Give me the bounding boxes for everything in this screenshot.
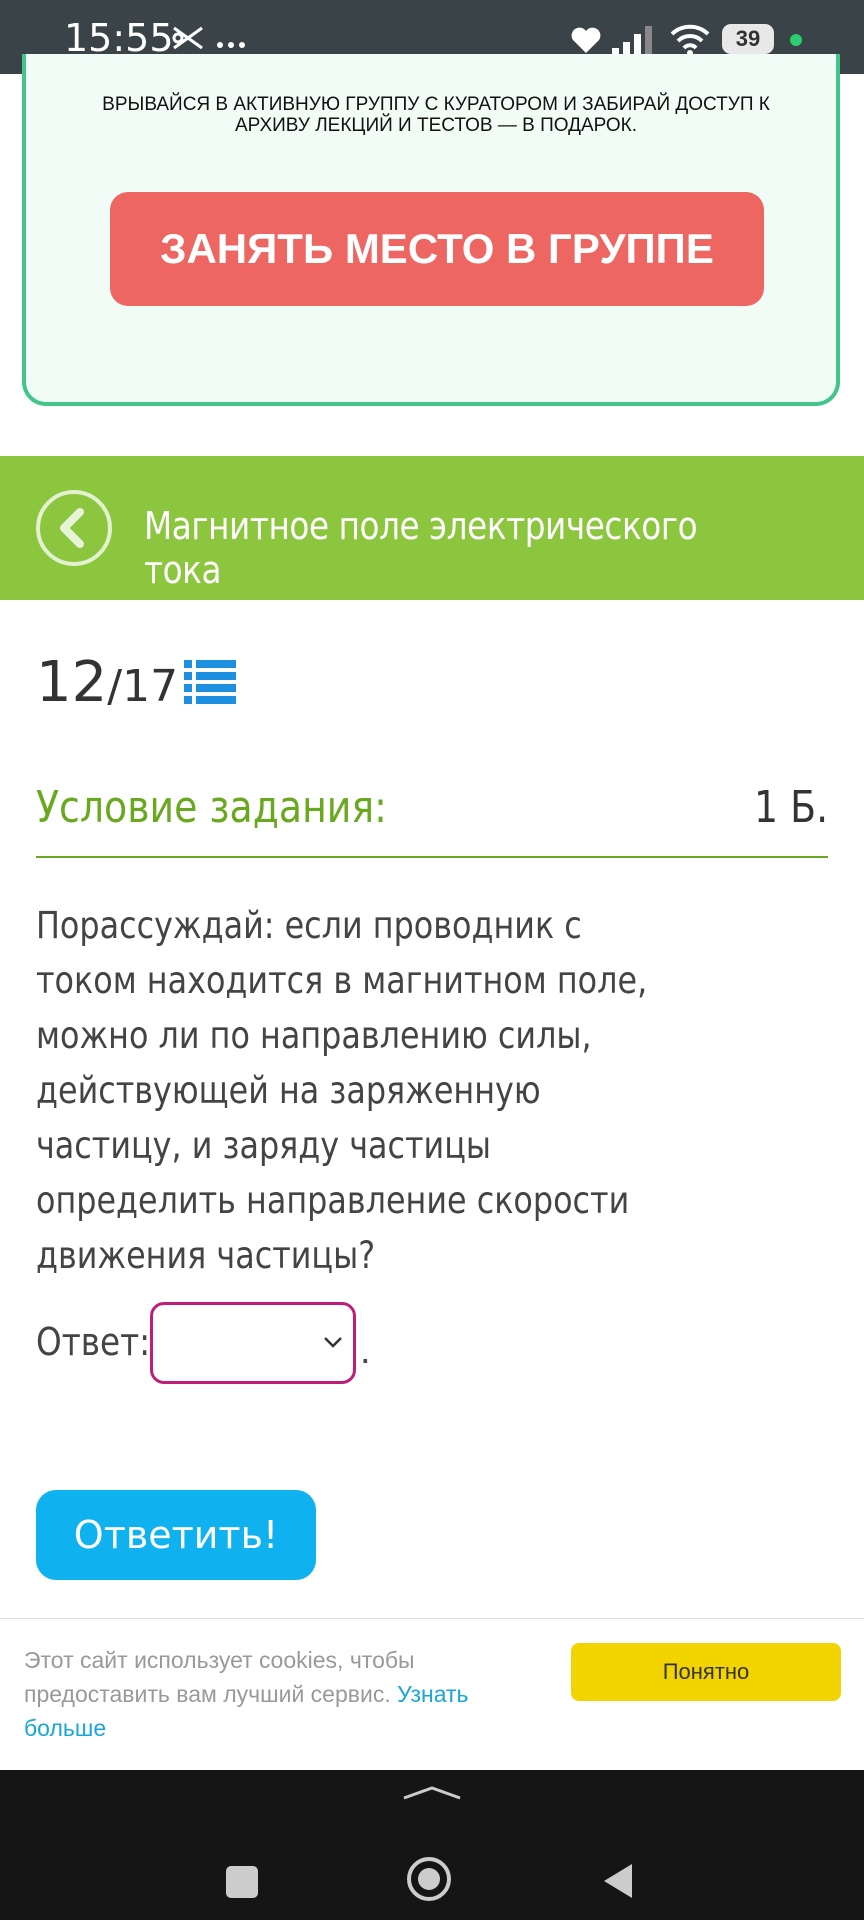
topic-header: Магнитное поле электрического тока [0,456,864,600]
chevron-down-icon [324,1337,342,1348]
navigation-bar [0,1770,864,1920]
question-body: током находится в магнитном поле, можно … [36,959,648,1277]
answer-label: Ответ: [36,1320,151,1364]
scissors-icon [172,24,204,57]
task-current: 12 [36,650,108,715]
task-counter: 12/17 [36,650,178,715]
question-text: Порассуждай: если проводник с током нахо… [36,898,810,1283]
chevron-up-icon[interactable] [402,1784,462,1800]
submit-answer-button[interactable]: Ответить! [36,1490,316,1580]
chevron-left-icon [60,508,84,548]
recent-apps-icon[interactable] [226,1866,258,1898]
accept-cookies-button[interactable]: Понятно [571,1643,841,1701]
topic-title: Магнитное поле электрического тока [144,504,698,592]
answer-suffix: . [360,1330,371,1372]
status-dot [790,34,802,46]
more-dots-icon [216,36,246,54]
home-icon[interactable] [406,1856,452,1902]
promo-text: ВРЫВАЙСЯ В АКТИВНУЮ ГРУППУ С КУРАТОРОМ И… [102,94,770,136]
condition-divider [36,856,828,858]
promo-card: ВРЫВАЙСЯ В АКТИВНУЮ ГРУППУ С КУРАТОРОМ И… [22,54,840,406]
cookie-message: Этот сайт использует cookies, чтобы пред… [24,1647,415,1707]
join-group-button[interactable]: ЗАНЯТЬ МЕСТО В ГРУППЕ [110,192,764,306]
cookie-banner: Этот сайт использует cookies, чтобы пред… [0,1618,864,1772]
task-list-icon[interactable] [184,658,236,711]
back-button[interactable] [36,490,112,566]
cookie-text: Этот сайт использует cookies, чтобы пред… [24,1643,504,1745]
task-points: 1 Б. [753,782,828,833]
condition-title: Условие задания: [36,782,387,833]
question-line: Порассуждай: если проводник с [36,904,582,947]
task-total: /17 [107,661,179,712]
back-nav-icon[interactable] [602,1862,634,1900]
battery-icon: 39 [722,24,774,54]
answer-select[interactable] [150,1302,356,1384]
